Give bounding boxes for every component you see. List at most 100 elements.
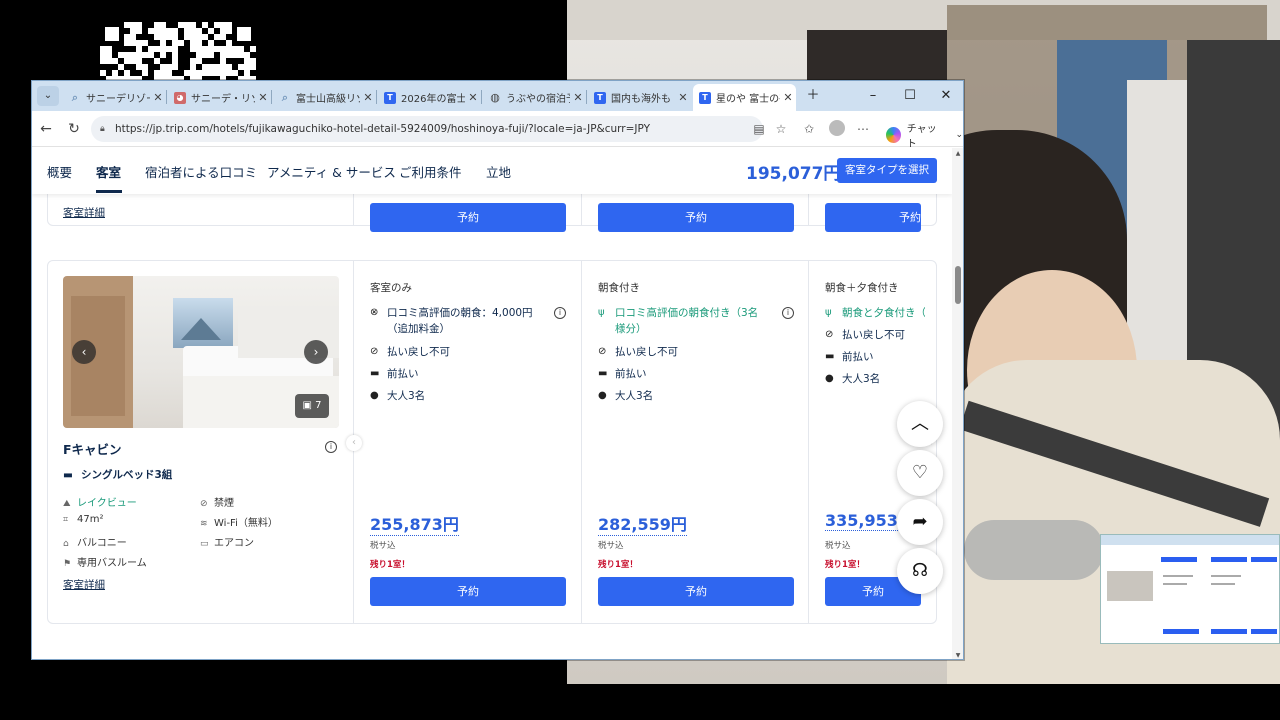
nav-tab-policies[interactable]: ご利用条件: [399, 162, 462, 181]
amenity-label: 専用バスルーム: [77, 558, 147, 569]
tab-strip: ⌄ ⌕サニーデリゾート✕◕サニーデ・リゾート✕⌕富士山高級リゾ✕T2026年の富…: [32, 81, 963, 111]
page-scrollbar[interactable]: ▲ ▼: [952, 148, 963, 659]
rate-price[interactable]: 335,953: [825, 511, 898, 531]
photo-next-button[interactable]: ›: [304, 340, 328, 364]
person-icon: ●: [825, 373, 834, 384]
rate-feature-text: 払い戻し不可: [842, 329, 905, 341]
no-smoking-icon: ⊘: [200, 499, 208, 509]
room-detail-link[interactable]: 客室詳細: [63, 205, 105, 220]
info-icon[interactable]: i: [325, 441, 337, 453]
book-button[interactable]: 予約: [598, 203, 794, 232]
maximize-button[interactable]: ☐: [892, 81, 928, 111]
scroll-up-arrow[interactable]: ▲: [954, 150, 962, 157]
reader-view-icon[interactable]: ▤: [750, 120, 768, 138]
address-bar: ← ↻ 🔒︎ https://jp.trip.com/hotels/fujika…: [32, 111, 963, 150]
lock-icon: 🔒︎: [100, 124, 105, 134]
close-tab-icon[interactable]: ✕: [465, 91, 481, 104]
qr-finder-pattern: [100, 22, 124, 46]
close-tab-icon[interactable]: ✕: [150, 91, 166, 104]
minimize-button[interactable]: –: [855, 81, 891, 111]
new-tab-button[interactable]: ＋: [795, 81, 831, 111]
search-icon: ⌕: [71, 90, 79, 104]
utensils-icon: ψ: [825, 307, 832, 318]
copilot-button[interactable]: チャット ⌄: [886, 120, 963, 150]
area-icon: ⌗: [63, 515, 69, 525]
nav-tab-reviews[interactable]: 宿泊者による口コミ: [145, 162, 257, 181]
amenity-item: ≋ Wi-Fi（無料）: [200, 514, 278, 529]
tab-list-dropdown[interactable]: ⌄: [37, 86, 59, 106]
browser-tab[interactable]: T 星のや 富士の宿✕: [693, 84, 796, 111]
rate-feature: ψ 朝食と夕食付き（: [825, 305, 925, 321]
rate-price[interactable]: 282,559円: [598, 511, 687, 536]
favorites-icon[interactable]: ✩: [800, 120, 818, 138]
nav-tab-location[interactable]: 立地: [486, 162, 511, 181]
share-button[interactable]: ➦: [897, 499, 943, 545]
browser-tab[interactable]: ◍ うぶやの宿泊予 ✕: [483, 84, 586, 111]
nav-tab-rooms[interactable]: 客室: [96, 162, 121, 181]
rate-feature-text: 大人3名: [387, 390, 426, 402]
qr-module: [214, 58, 220, 64]
book-button[interactable]: 予約: [370, 203, 566, 232]
browser-tab[interactable]: ⌕ サニーデリゾート✕: [63, 84, 166, 111]
nav-tab-amenities[interactable]: アメニティ & サービス: [267, 162, 396, 181]
favorite-heart-button[interactable]: ♡: [897, 450, 943, 496]
book-button[interactable]: 予約: [598, 577, 794, 606]
person-icon: ●: [598, 390, 607, 401]
close-tab-icon[interactable]: ✕: [360, 91, 376, 104]
scroll-thumb[interactable]: [955, 266, 961, 304]
photo-count-badge[interactable]: ▣ 7: [295, 394, 329, 418]
tab-label: 2026年の富士山: [401, 94, 465, 105]
book-button[interactable]: 予約: [370, 577, 566, 606]
back-button[interactable]: ←: [36, 119, 56, 139]
photo-count: 7: [315, 400, 322, 411]
card-icon: ▬: [370, 368, 380, 379]
copilot-icon: [886, 127, 901, 143]
qr-module: [166, 58, 172, 64]
room-card-f-cabin: ‹ › ▣ 7 Fキャビン i ▬ シングルベッド3組 ⛰ レイクビュー ⊘ 禁煙 ⌗ 47…: [47, 260, 937, 624]
qr-module: [124, 28, 130, 34]
no-breakfast-icon: ⊗: [370, 307, 379, 318]
no-refund-icon: ⊘: [825, 329, 834, 340]
balcony-icon: ⌂: [63, 539, 69, 549]
tab-separator: [166, 90, 167, 104]
rate-price[interactable]: 255,873円: [370, 511, 459, 536]
close-tab-icon[interactable]: ✕: [570, 91, 586, 104]
browser-tab[interactable]: T 国内も海外も ✕: [588, 84, 691, 111]
amenity-label: バルコニー: [77, 538, 127, 549]
close-tab-icon[interactable]: ✕: [255, 91, 271, 104]
nav-tab-overview[interactable]: 概要: [47, 162, 72, 181]
close-tab-icon[interactable]: ✕: [675, 91, 691, 104]
rates-prev-button[interactable]: ‹: [346, 435, 362, 451]
qr-module: [202, 40, 208, 46]
amenity-label: 禁煙: [214, 498, 234, 509]
close-tab-icon[interactable]: ✕: [780, 91, 796, 104]
refresh-button[interactable]: ↻: [64, 119, 84, 139]
card-icon: ▬: [598, 368, 608, 379]
screen: ⌄ ⌕サニーデリゾート✕◕サニーデ・リゾート✕⌕富士山高級リゾ✕T2026年の富…: [0, 0, 1280, 720]
close-window-button[interactable]: ✕: [928, 81, 963, 111]
trip-icon: T: [699, 91, 711, 104]
url-input[interactable]: 🔒︎ https://jp.trip.com/hotels/fujikawagu…: [91, 116, 763, 142]
favorite-star-icon[interactable]: ☆: [772, 120, 790, 138]
info-icon[interactable]: i: [782, 307, 794, 319]
scroll-top-button[interactable]: ︿: [897, 401, 943, 447]
browser-tab[interactable]: T 2026年の富士山✕: [378, 84, 481, 111]
more-menu-icon[interactable]: ⋯: [854, 120, 872, 138]
globe-icon: ◍: [490, 91, 500, 104]
browser-tab[interactable]: ◕ サニーデ・リゾート✕: [168, 84, 271, 111]
profile-avatar[interactable]: [829, 120, 845, 136]
photo-prev-button[interactable]: ‹: [72, 340, 96, 364]
browser-tab[interactable]: ⌕ 富士山高級リゾ ✕: [273, 84, 376, 111]
select-room-type-button[interactable]: 客室タイプを選択: [837, 158, 937, 183]
book-button[interactable]: 予約: [825, 203, 921, 232]
url-text: https://jp.trip.com/hotels/fujikawaguchi…: [115, 123, 651, 135]
scroll-down-arrow[interactable]: ▼: [954, 652, 962, 659]
qr-module: [220, 40, 226, 46]
support-headset-button[interactable]: ☊: [897, 548, 943, 594]
amenity-label: Wi-Fi（無料）: [214, 518, 278, 529]
info-icon[interactable]: i: [554, 307, 566, 319]
tab-separator: [376, 90, 377, 104]
search-icon: ⌕: [281, 90, 289, 104]
room-detail-link[interactable]: 客室詳細: [63, 577, 105, 592]
card-icon: ▬: [825, 351, 835, 362]
